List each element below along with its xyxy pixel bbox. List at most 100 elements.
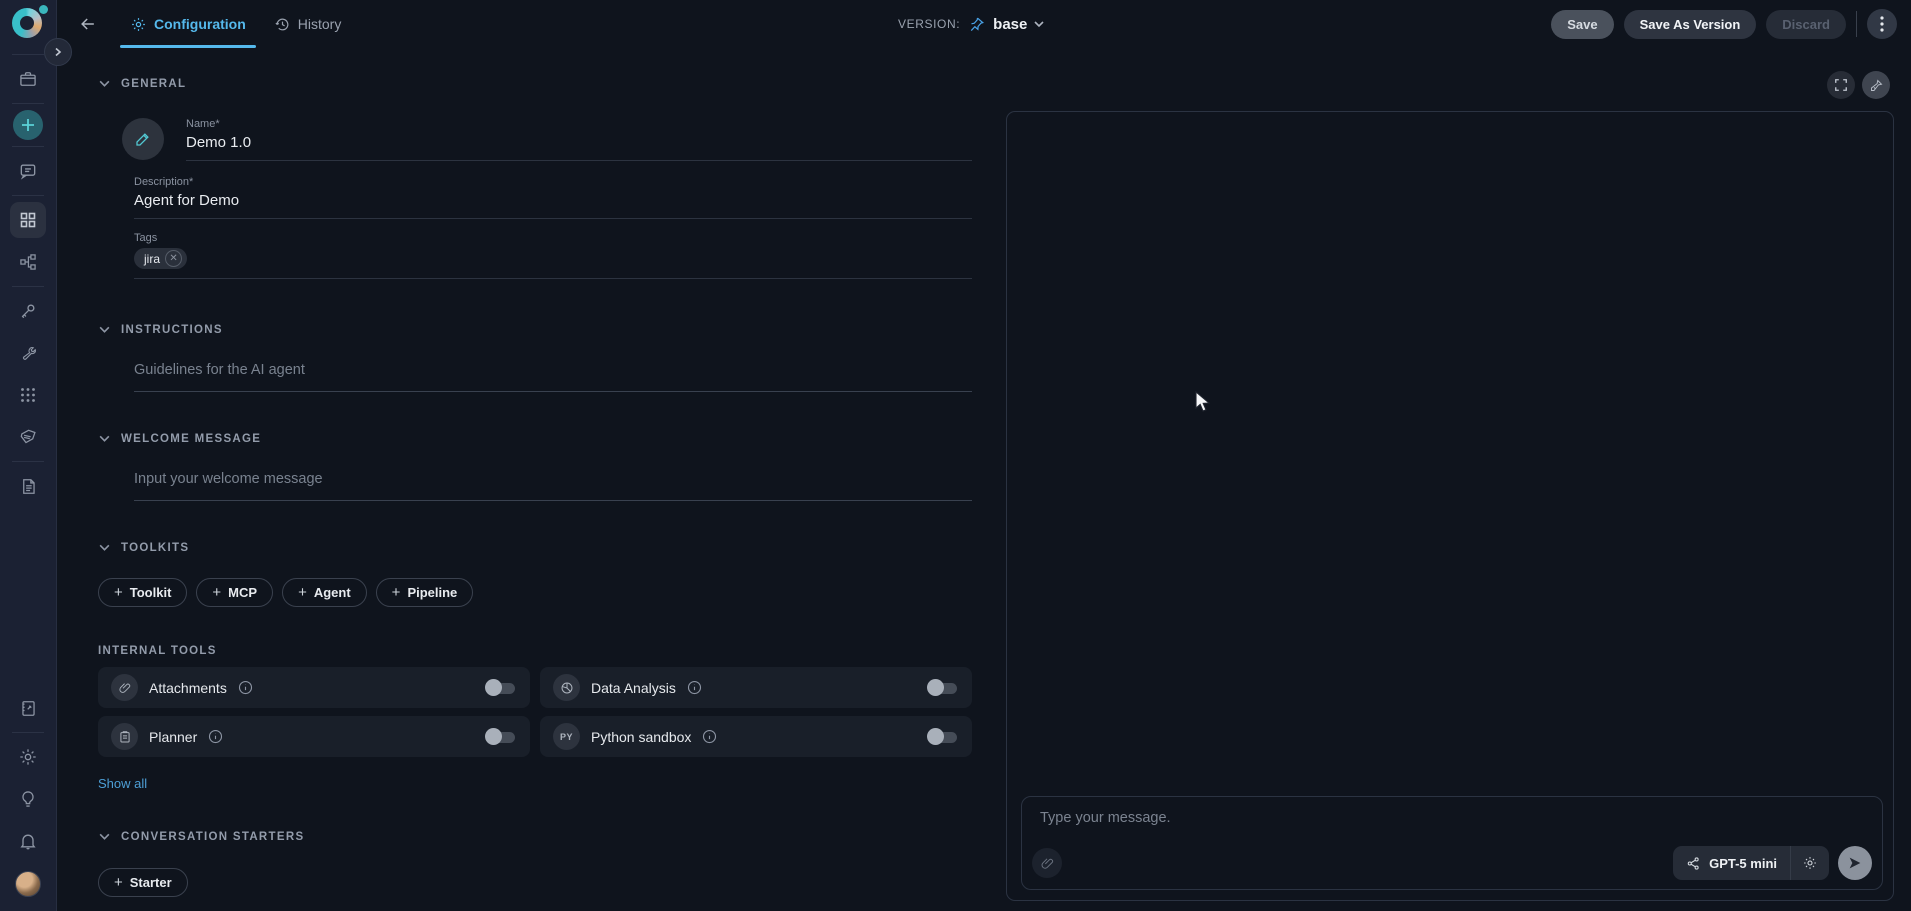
plus-icon: +	[114, 875, 123, 890]
divider	[12, 103, 44, 104]
name-input[interactable]	[186, 134, 972, 161]
divider	[1856, 11, 1857, 37]
paperclip-icon	[111, 674, 138, 701]
tab-label: History	[298, 16, 342, 32]
chat-input-toolbar: GPT-5 mini	[1032, 846, 1872, 880]
section-title: WELCOME MESSAGE	[121, 433, 261, 445]
user-avatar[interactable]	[15, 871, 41, 897]
clean-chat-button[interactable]	[1862, 71, 1890, 99]
model-settings-button[interactable]	[1791, 846, 1829, 880]
python-icon: PY	[553, 723, 580, 750]
info-icon[interactable]	[687, 680, 702, 695]
agent-avatar-button[interactable]	[122, 118, 164, 160]
sidebar-item-projects[interactable]	[10, 61, 46, 97]
section-instructions-header[interactable]: INSTRUCTIONS	[98, 323, 972, 336]
journal-pin-icon	[19, 699, 38, 718]
sidebar-item-toolkits[interactable]	[10, 335, 46, 371]
tab-configuration[interactable]: Configuration	[116, 0, 260, 48]
sidebar-item-docs[interactable]	[10, 690, 46, 726]
sidebar-item-pipelines[interactable]	[10, 244, 46, 280]
model-selector[interactable]: GPT-5 mini	[1673, 846, 1790, 880]
welcome-message-input[interactable]	[134, 471, 972, 501]
instructions-input[interactable]	[134, 362, 972, 392]
section-title: CONVERSATION STARTERS	[121, 831, 304, 843]
info-icon[interactable]	[238, 680, 253, 695]
send-icon	[1847, 855, 1863, 871]
key-icon	[18, 301, 38, 321]
python-sandbox-toggle[interactable]	[927, 728, 957, 746]
save-button[interactable]: Save	[1551, 10, 1613, 39]
back-button[interactable]	[74, 10, 102, 38]
remove-tag-icon[interactable]: ✕	[165, 250, 182, 267]
chevron-down-icon	[98, 77, 111, 90]
add-mcp-button[interactable]: + MCP	[196, 578, 273, 607]
attachments-toggle[interactable]	[485, 679, 515, 697]
sidebar-item-apps[interactable]	[10, 377, 46, 413]
description-input[interactable]	[134, 192, 972, 219]
send-button[interactable]	[1838, 846, 1872, 880]
info-icon[interactable]	[702, 729, 717, 744]
model-share-icon	[1686, 856, 1701, 871]
internal-tools-title: INTERNAL TOOLS	[98, 645, 972, 657]
chat-message-input[interactable]	[1038, 809, 1866, 827]
pipelines-icon	[18, 252, 38, 272]
sidebar-item-agents[interactable]	[10, 202, 46, 238]
add-agent-button[interactable]: + Agent	[282, 578, 367, 607]
sidebar-expand-button[interactable]	[44, 38, 72, 66]
sidebar-item-notifications[interactable]	[10, 823, 46, 859]
arrow-left-icon	[78, 14, 98, 34]
section-starters-header[interactable]: CONVERSATION STARTERS	[98, 830, 972, 843]
section-welcome-header[interactable]: WELCOME MESSAGE	[98, 432, 972, 445]
section-toolkits-header[interactable]: TOOLKITS	[98, 541, 972, 554]
briefcase-icon	[18, 69, 38, 89]
section-general-header[interactable]: GENERAL	[98, 77, 972, 90]
config-tabs: Configuration History	[116, 0, 355, 48]
data-analysis-toggle[interactable]	[927, 679, 957, 697]
chevron-down-icon	[98, 830, 111, 843]
more-options-button[interactable]	[1867, 9, 1897, 39]
tool-card-data-analysis: Data Analysis	[540, 667, 972, 708]
sidebar-item-credentials[interactable]	[10, 293, 46, 329]
plus-icon: +	[114, 585, 123, 600]
app-logo[interactable]	[12, 8, 44, 40]
name-label: Name*	[186, 118, 972, 130]
add-toolkit-button[interactable]: + Toolkit	[98, 578, 187, 607]
tag-chip[interactable]: jira ✕	[134, 248, 187, 269]
attach-file-button[interactable]	[1032, 848, 1062, 878]
show-all-link[interactable]: Show all	[98, 776, 972, 791]
divider	[12, 146, 44, 147]
pencil-icon	[134, 130, 152, 148]
tool-label: Data Analysis	[591, 680, 676, 696]
tab-history[interactable]: History	[260, 0, 356, 48]
version-label: VERSION:	[898, 17, 960, 31]
sidebar-item-chats[interactable]	[10, 153, 46, 189]
version-value[interactable]: base	[993, 16, 1045, 33]
plus-icon: +	[298, 585, 307, 600]
tags-label: Tags	[134, 232, 972, 244]
tags-icon	[18, 427, 38, 447]
chat-panel: GPT-5 mini	[1006, 111, 1894, 901]
sidebar-item-help[interactable]	[10, 781, 46, 817]
add-starter-button[interactable]: + Starter	[98, 868, 188, 897]
chat-input-box: GPT-5 mini	[1021, 796, 1883, 890]
divider	[12, 54, 44, 55]
model-settings-icon	[1802, 855, 1818, 871]
fullscreen-button[interactable]	[1827, 71, 1855, 99]
sidebar-item-settings[interactable]	[10, 739, 46, 775]
chevron-down-icon	[1033, 18, 1045, 30]
tool-card-python-sandbox: PY Python sandbox	[540, 716, 972, 757]
sidebar-item-tags[interactable]	[10, 419, 46, 455]
sidebar-item-artifacts[interactable]	[10, 468, 46, 504]
discard-button[interactable]: Discard	[1766, 10, 1846, 39]
sidebar-create-button[interactable]	[13, 110, 43, 140]
info-icon[interactable]	[208, 729, 223, 744]
document-icon	[19, 477, 38, 496]
plus-icon: +	[392, 585, 401, 600]
section-title: INSTRUCTIONS	[121, 324, 223, 336]
kebab-menu-icon	[1880, 16, 1884, 32]
configuration-form: GENERAL Name* Description* Tags jira ✕	[98, 48, 972, 911]
planner-toggle[interactable]	[485, 728, 515, 746]
save-as-version-button[interactable]: Save As Version	[1624, 10, 1757, 39]
add-pipeline-button[interactable]: + Pipeline	[376, 578, 474, 607]
tool-card-planner: Planner	[98, 716, 530, 757]
